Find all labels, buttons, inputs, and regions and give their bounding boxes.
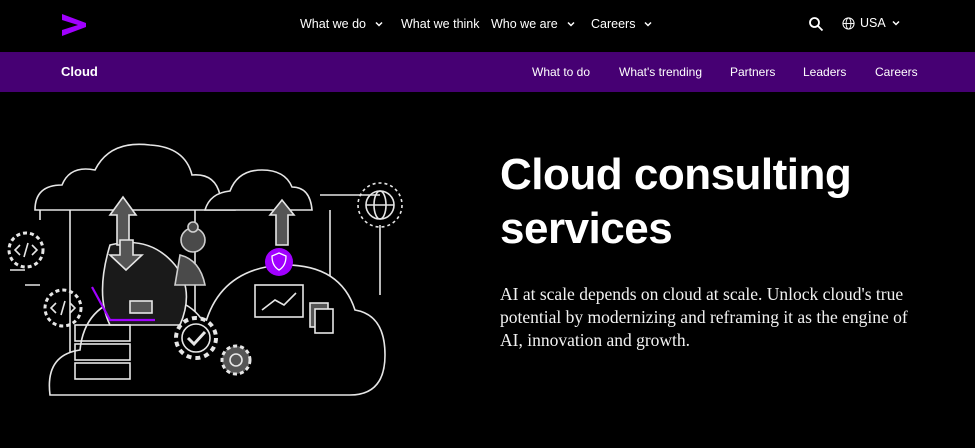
chevron-down-icon — [375, 21, 383, 27]
subnav-leaders[interactable]: Leaders — [803, 65, 846, 79]
globe-icon — [842, 16, 855, 30]
locale-selector[interactable]: USA — [842, 16, 901, 30]
hero-title-line2: services — [500, 204, 673, 253]
hero-description: AI at scale depends on cloud at scale. U… — [500, 284, 908, 350]
section-title[interactable]: Cloud — [61, 64, 98, 79]
subnav-what-to-do[interactable]: What to do — [532, 65, 590, 79]
hero-title-line1: Cloud consulting — [500, 150, 852, 199]
accenture-logo-icon[interactable] — [60, 12, 88, 38]
section-subnav: Cloud What to do What's trending Partner… — [0, 52, 975, 92]
cloud-illustration — [7, 143, 403, 396]
subnav-partners[interactable]: Partners — [730, 65, 775, 79]
nav-careers[interactable]: Careers — [591, 17, 653, 31]
nav-what-we-think[interactable]: What we think — [401, 17, 480, 31]
hero-title: Cloud consulting services — [500, 148, 960, 256]
subnav-whats-trending[interactable]: What's trending — [619, 65, 702, 79]
chevron-down-icon — [892, 20, 900, 26]
chevron-down-icon — [567, 21, 575, 27]
nav-careers-label: Careers — [591, 17, 636, 31]
top-navigation: What we do What we think Who we are Care… — [0, 0, 975, 52]
nav-who-we-are-label: Who we are — [491, 17, 558, 31]
nav-what-we-think-label: What we think — [401, 17, 480, 31]
subnav-careers[interactable]: Careers — [875, 65, 918, 79]
nav-what-we-do[interactable]: What we do — [300, 17, 384, 31]
nav-what-we-do-label: What we do — [300, 17, 367, 31]
locale-label: USA — [860, 16, 886, 30]
search-icon[interactable] — [808, 16, 824, 32]
nav-who-we-are[interactable]: Who we are — [491, 17, 576, 31]
chevron-down-icon — [644, 21, 652, 27]
